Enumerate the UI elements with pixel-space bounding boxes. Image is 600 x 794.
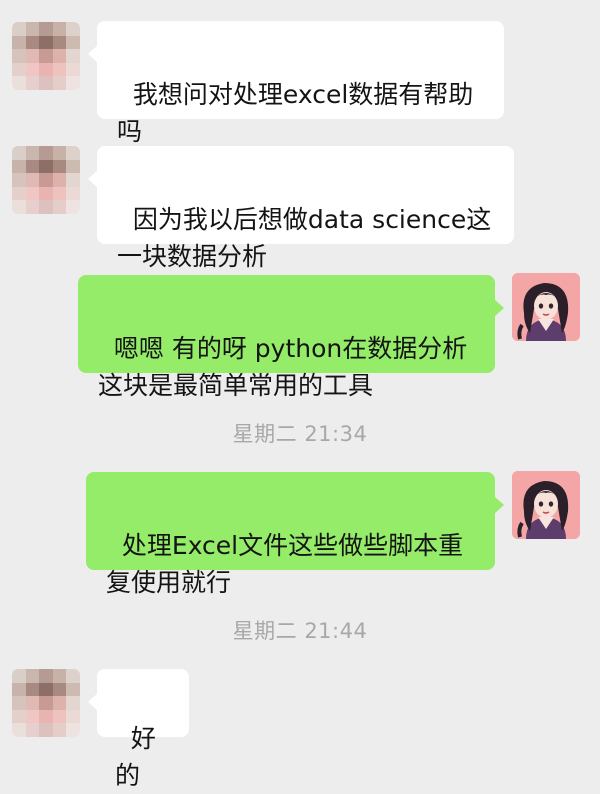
anime-girl-avatar-icon	[512, 471, 580, 539]
message-text: 因为我以后想做data science这一块数据分析	[117, 205, 492, 271]
message-bubble-outgoing[interactable]: 嗯嗯 有的呀 python在数据分析这块是最简单常用的工具	[78, 275, 504, 400]
message-text: 嗯嗯 有的呀 python在数据分析这块是最简单常用的工具	[98, 334, 468, 400]
contact-avatar[interactable]	[12, 146, 80, 214]
blurred-contact-avatar-icon	[12, 669, 80, 737]
message-text: 好的	[115, 724, 156, 790]
message-text: 处理Excel文件这些做些脚本重复使用就行	[106, 531, 464, 597]
contact-avatar[interactable]	[12, 669, 80, 737]
blurred-contact-avatar-icon	[12, 22, 80, 90]
timestamp: 星期二 21:34	[232, 422, 368, 446]
anime-girl-avatar-icon	[512, 273, 580, 341]
my-avatar[interactable]	[512, 273, 580, 341]
message-bubble-incoming[interactable]: 我想问对处理excel数据有帮助吗	[88, 21, 504, 146]
message-text: 我想问对处理excel数据有帮助吗	[117, 80, 474, 146]
contact-avatar[interactable]	[12, 22, 80, 90]
my-avatar[interactable]	[512, 471, 580, 539]
message-bubble-incoming[interactable]: 因为我以后想做data science这一块数据分析	[88, 146, 514, 271]
blurred-contact-avatar-icon	[12, 146, 80, 214]
timestamp: 星期二 21:44	[232, 619, 368, 643]
message-bubble-outgoing[interactable]: 处理Excel文件这些做些脚本重复使用就行	[86, 472, 504, 597]
message-bubble-incoming[interactable]: 好的	[88, 669, 189, 790]
